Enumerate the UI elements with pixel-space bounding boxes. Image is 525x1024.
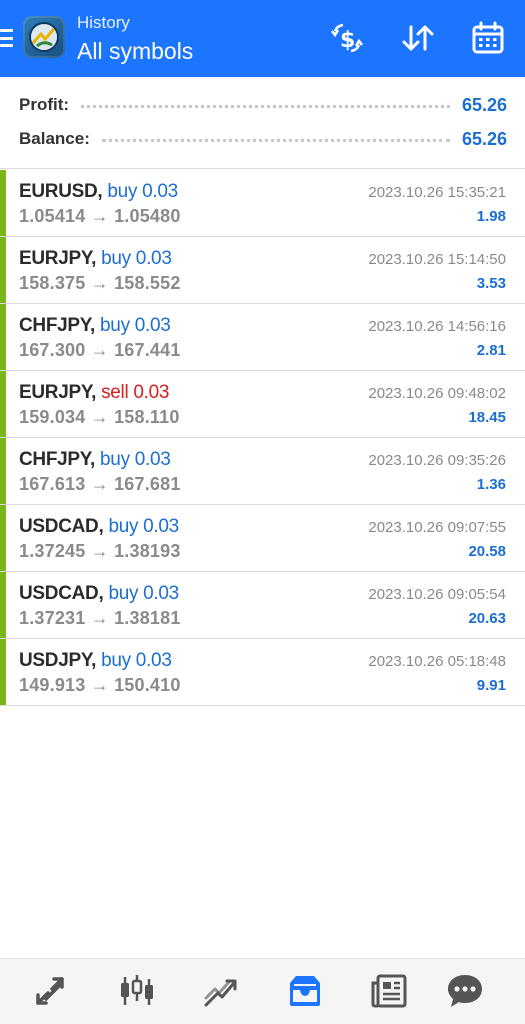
deal-symbol: EURJPY, — [19, 382, 97, 403]
deal-row[interactable]: CHFJPY, buy 0.03 167.613 → 167.681 2023.… — [0, 438, 525, 505]
profit-indicator-bar — [0, 438, 6, 504]
sort-icon[interactable] — [400, 19, 436, 57]
deal-symbol: USDJPY, — [19, 650, 97, 671]
deal-prices: 167.300 → 167.441 — [19, 340, 181, 360]
deal-time: 2023.10.26 05:18:48 — [368, 653, 506, 670]
deal-prices: 1.05414 → 1.05480 — [19, 206, 181, 226]
deal-time: 2023.10.26 09:35:26 — [368, 452, 506, 469]
deal-profit: 9.91 — [476, 677, 506, 694]
deal-row[interactable]: USDCAD, buy 0.03 1.37245 → 1.38193 2023.… — [0, 505, 525, 572]
bottom-navigation — [0, 958, 525, 1024]
profit-indicator-bar — [0, 505, 6, 571]
deal-symbol: USDCAD, — [19, 516, 104, 537]
app-bar: History All symbols $ — [0, 0, 525, 77]
chat-icon[interactable] — [445, 971, 485, 1011]
profit-indicator-bar — [0, 237, 6, 303]
symbol-filter-title[interactable]: All symbols — [77, 38, 193, 65]
deal-row[interactable]: USDJPY, buy 0.03 149.913 → 150.410 2023.… — [0, 639, 525, 706]
dollar-exchange-icon[interactable]: $ — [329, 19, 365, 57]
deal-profit: 3.53 — [476, 275, 506, 292]
deals-list: EURUSD, buy 0.03 1.05414 → 1.05480 2023.… — [0, 170, 525, 706]
profit-indicator-bar — [0, 639, 6, 705]
profit-indicator-bar — [0, 304, 6, 370]
svg-text:$: $ — [340, 28, 355, 53]
hamburger-menu-icon[interactable] — [0, 26, 14, 50]
deal-time: 2023.10.26 15:14:50 — [368, 251, 506, 268]
screen-subtitle: History — [77, 13, 130, 32]
deal-prices: 149.913 → 150.410 — [19, 675, 181, 695]
balance-value: 65.26 — [461, 128, 507, 149]
deal-side: buy 0.03 — [101, 650, 172, 671]
deal-symbol: CHFJPY, — [19, 449, 96, 470]
deal-time: 2023.10.26 09:05:54 — [368, 586, 506, 603]
deal-time: 2023.10.26 09:07:55 — [368, 519, 506, 536]
deal-row[interactable]: EURJPY, buy 0.03 158.375 → 158.552 2023.… — [0, 237, 525, 304]
deal-profit: 20.58 — [468, 543, 506, 560]
deal-side: buy 0.03 — [108, 583, 179, 604]
deal-row[interactable]: EURUSD, buy 0.03 1.05414 → 1.05480 2023.… — [0, 170, 525, 237]
trade-icon[interactable] — [201, 971, 241, 1011]
deal-side: buy 0.03 — [108, 516, 179, 537]
deal-profit: 1.36 — [476, 476, 506, 493]
deal-profit: 20.63 — [468, 610, 506, 627]
deal-row[interactable]: EURJPY, sell 0.03 159.034 → 158.110 2023… — [0, 371, 525, 438]
balance-label: Balance: — [19, 129, 90, 148]
account-summary: Profit: 65.26 Balance: 65.26 — [0, 77, 525, 169]
balance-row: Balance: 65.26 — [19, 125, 507, 153]
deal-prices: 159.034 → 158.110 — [19, 407, 180, 427]
quotes-icon[interactable] — [32, 971, 72, 1011]
deal-side: buy 0.03 — [101, 248, 172, 269]
profit-label: Profit: — [19, 95, 70, 114]
deal-time: 2023.10.26 14:56:16 — [368, 318, 506, 335]
deal-row[interactable]: CHFJPY, buy 0.03 167.300 → 167.441 2023.… — [0, 304, 525, 371]
deal-prices: 167.613 → 167.681 — [19, 474, 181, 494]
calendar-icon[interactable] — [470, 19, 506, 57]
deal-profit: 2.81 — [476, 342, 506, 359]
deal-prices: 1.37245 → 1.38193 — [19, 541, 181, 561]
profit-value: 65.26 — [461, 94, 507, 115]
profit-row: Profit: 65.26 — [19, 91, 507, 119]
deal-side: buy 0.03 — [107, 181, 178, 202]
metatrader-logo — [23, 16, 65, 58]
profit-indicator-bar — [0, 170, 6, 236]
news-icon[interactable] — [369, 971, 409, 1011]
deal-profit: 18.45 — [468, 409, 506, 426]
deal-profit: 1.98 — [476, 208, 506, 225]
deal-side: sell 0.03 — [101, 382, 170, 403]
chart-candles-icon[interactable] — [117, 971, 157, 1011]
profit-indicator-bar — [0, 572, 6, 638]
dotted-leader — [101, 139, 450, 142]
deal-row[interactable]: USDCAD, buy 0.03 1.37231 → 1.38181 2023.… — [0, 572, 525, 639]
deal-symbol: CHFJPY, — [19, 315, 96, 336]
deal-time: 2023.10.26 15:35:21 — [368, 184, 506, 201]
deal-symbol: EURJPY, — [19, 248, 97, 269]
dotted-leader — [81, 105, 450, 108]
deal-symbol: EURUSD, — [19, 181, 103, 202]
deal-side: buy 0.03 — [100, 315, 171, 336]
profit-indicator-bar — [0, 371, 6, 437]
deal-time: 2023.10.26 09:48:02 — [368, 385, 506, 402]
deal-prices: 1.37231 → 1.38181 — [19, 608, 181, 628]
deal-prices: 158.375 → 158.552 — [19, 273, 181, 293]
deal-side: buy 0.03 — [100, 449, 171, 470]
history-inbox-icon[interactable] — [285, 971, 325, 1011]
deal-symbol: USDCAD, — [19, 583, 104, 604]
